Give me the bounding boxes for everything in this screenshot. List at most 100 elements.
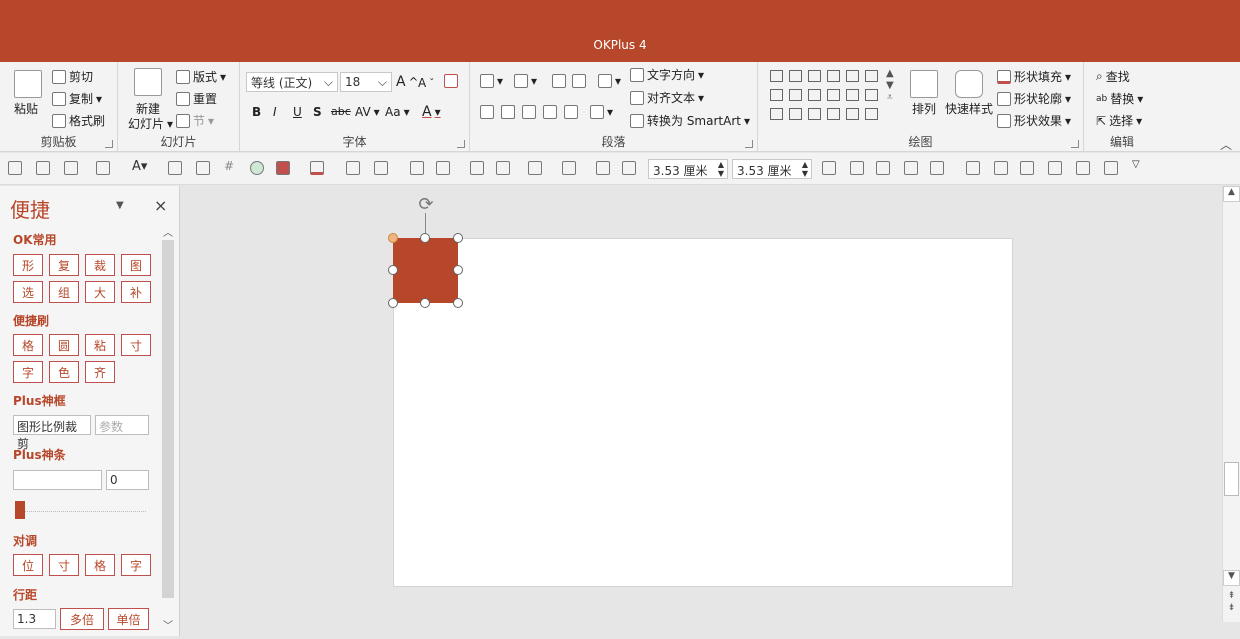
distribute-v-icon[interactable]: [1048, 161, 1062, 175]
shape-icon[interactable]: [827, 70, 840, 82]
group-icon[interactable]: [596, 161, 610, 175]
layout-button[interactable]: 版式 ▾: [176, 68, 226, 85]
grid-icon[interactable]: #: [224, 159, 238, 173]
resize-handle[interactable]: [453, 233, 463, 243]
ungroup-icon[interactable]: [622, 161, 636, 175]
send-backward-icon[interactable]: [1104, 161, 1118, 175]
shape-icon[interactable]: [846, 89, 859, 101]
font-color-button[interactable]: A ▾: [422, 104, 441, 120]
collapse-ribbon-icon[interactable]: ︿: [1220, 136, 1232, 153]
panel-menu-icon[interactable]: ▼: [116, 200, 124, 211]
scroll-up-icon[interactable]: ︿: [161, 224, 175, 239]
shape-icon[interactable]: [827, 89, 840, 101]
align-button[interactable]: 字: [121, 554, 151, 576]
resize-handle[interactable]: [453, 298, 463, 308]
bullets-button[interactable]: ▾: [480, 74, 503, 88]
slider-track[interactable]: [16, 511, 146, 512]
tool-icon-a[interactable]: [822, 161, 836, 175]
shapes-gallery[interactable]: [768, 68, 888, 124]
selected-shape[interactable]: [393, 238, 458, 303]
tool-icon-2[interactable]: [36, 161, 50, 175]
adjust-handle[interactable]: [388, 233, 398, 243]
shape-icon[interactable]: [789, 89, 802, 101]
align-left-tool-icon[interactable]: [966, 161, 980, 175]
picture-icon[interactable]: [196, 161, 210, 175]
eyedropper2-icon[interactable]: [346, 161, 360, 175]
quick-button[interactable]: 大: [85, 281, 115, 303]
tool-icon-c[interactable]: [904, 161, 918, 175]
shape-icon[interactable]: [770, 89, 783, 101]
shape-icon[interactable]: [770, 70, 783, 82]
paste-icon[interactable]: [14, 70, 42, 98]
italic-button[interactable]: I: [273, 105, 277, 119]
decrease-indent-button[interactable]: [552, 74, 566, 88]
cut-button[interactable]: 剪切: [52, 68, 93, 85]
shape-icon[interactable]: [808, 108, 821, 120]
reset-button[interactable]: 重置: [176, 90, 217, 107]
align-right-icon[interactable]: [522, 105, 536, 119]
resize-handle[interactable]: [453, 265, 463, 275]
brush-button[interactable]: 粘: [85, 334, 115, 356]
find-button[interactable]: ⌕ 查找: [1096, 68, 1130, 85]
char-spacing-button[interactable]: AV ▾: [355, 105, 380, 119]
font-size-combo[interactable]: 18 ⌵: [340, 72, 392, 92]
text-style-icon[interactable]: A▾: [132, 159, 147, 174]
plus-bar-number[interactable]: 0: [106, 470, 149, 490]
page-nav-icons[interactable]: ⇞ ⇟: [1223, 590, 1240, 614]
outline-icon[interactable]: [374, 161, 388, 175]
align-text-button[interactable]: 对齐文本 ▾: [630, 89, 704, 106]
columns-button[interactable]: ▾: [590, 105, 613, 119]
copy-button[interactable]: 复制 ▾: [52, 90, 102, 107]
brush-button[interactable]: 寸: [121, 334, 151, 356]
shape-icon[interactable]: [846, 70, 859, 82]
shape-icon[interactable]: [770, 108, 783, 120]
slider-handle[interactable]: [15, 501, 25, 519]
eyedropper-icon[interactable]: [168, 161, 182, 175]
rotate-icon[interactable]: [562, 161, 576, 175]
main-scrollbar[interactable]: ▲ ▼ ⇞ ⇟: [1222, 186, 1240, 622]
textbox-icon[interactable]: [64, 161, 78, 175]
plus-frame-input[interactable]: 图形比例裁剪: [13, 415, 91, 451]
align-top-tool-icon[interactable]: [994, 161, 1008, 175]
shape-icon[interactable]: [789, 108, 802, 120]
shape-icon[interactable]: [865, 70, 878, 82]
paste-button[interactable]: 粘贴: [14, 100, 38, 117]
numbering-button[interactable]: ▾: [514, 74, 537, 88]
bold-button[interactable]: B: [252, 105, 261, 119]
shape-icon[interactable]: [827, 108, 840, 120]
resize-handle[interactable]: [388, 265, 398, 275]
spin-arrows-icon[interactable]: ▲ ▼: [718, 160, 724, 178]
bring-forward-icon[interactable]: [1076, 161, 1090, 175]
quick-styles-button[interactable]: 快速样式: [945, 100, 993, 117]
quick-button[interactable]: 组: [49, 281, 79, 303]
brush-button[interactable]: 色: [49, 361, 79, 383]
shape-icon[interactable]: [865, 89, 878, 101]
shape-effects-button[interactable]: 形状效果 ▾: [997, 112, 1071, 129]
brush-button[interactable]: 齐: [85, 361, 115, 383]
replace-button[interactable]: ab 替换 ▾: [1096, 90, 1143, 107]
rotate-handle-icon[interactable]: ⟳: [415, 195, 437, 215]
shape-icon[interactable]: [808, 89, 821, 101]
multi-spacing-button[interactable]: 多倍: [60, 608, 104, 630]
line-spacing-button[interactable]: ▾: [598, 74, 621, 88]
tool-icon-b[interactable]: [876, 161, 890, 175]
color-swatch-icon[interactable]: [276, 161, 290, 175]
resize-handle[interactable]: [420, 233, 430, 243]
shape-merge-icon[interactable]: [496, 161, 510, 175]
arrange-button[interactable]: 排列: [912, 100, 936, 117]
align-button[interactable]: 位: [13, 554, 43, 576]
text-direction-button[interactable]: 文字方向 ▾: [630, 66, 704, 83]
increase-indent-button[interactable]: [572, 74, 586, 88]
quick-styles-icon[interactable]: [955, 70, 983, 98]
shape-edit-icon[interactable]: [528, 161, 542, 175]
font-launcher[interactable]: [457, 140, 465, 148]
shape-icon[interactable]: [865, 108, 878, 120]
drawing-launcher[interactable]: [1071, 140, 1079, 148]
align-button[interactable]: 格: [85, 554, 115, 576]
strikethrough-button[interactable]: abc: [331, 105, 351, 118]
underline-button[interactable]: U: [293, 105, 302, 119]
smartart-button[interactable]: 转换为 SmartArt ▾: [630, 112, 750, 129]
clear-format-icon[interactable]: [444, 74, 458, 88]
single-spacing-button[interactable]: 单倍: [108, 608, 149, 630]
section-button[interactable]: 节 ▾: [176, 112, 214, 129]
